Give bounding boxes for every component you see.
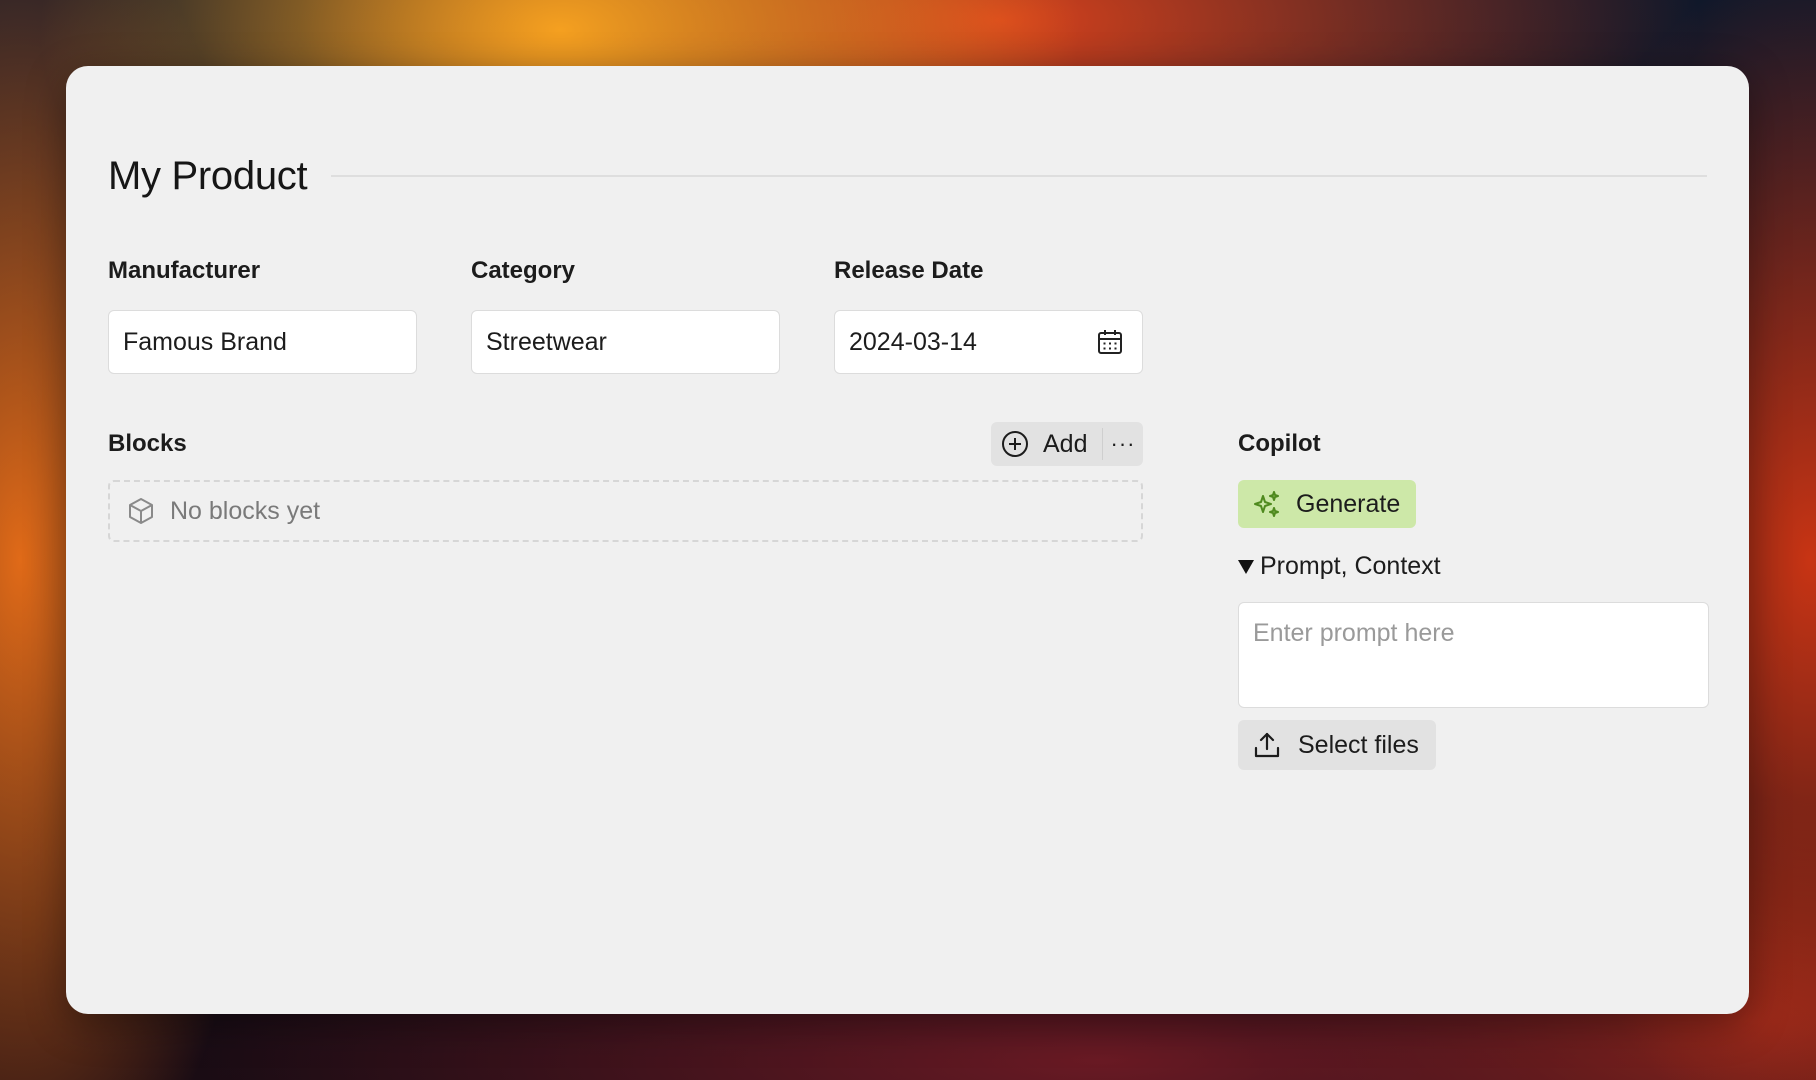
empty-blocks-text: No blocks yet bbox=[170, 496, 321, 525]
prompt-input[interactable] bbox=[1238, 602, 1709, 708]
product-window: My Product Manufacturer Famous Brand Cat… bbox=[66, 66, 1749, 1014]
release-date-label: Release Date bbox=[834, 257, 984, 284]
calendar-icon[interactable] bbox=[1096, 328, 1124, 356]
category-label: Category bbox=[471, 257, 576, 284]
select-files-label: Select files bbox=[1298, 730, 1419, 759]
blocks-empty-state: No blocks yet bbox=[108, 480, 1143, 542]
title-row: My Product bbox=[108, 146, 1707, 206]
add-label: Add bbox=[1043, 429, 1088, 458]
triangle-down-icon bbox=[1238, 560, 1254, 574]
prompt-context-summary: Prompt, Context bbox=[1260, 551, 1441, 580]
category-input[interactable]: Streetwear bbox=[471, 310, 780, 374]
manufacturer-label: Manufacturer bbox=[108, 257, 261, 284]
release-date-value: 2024-03-14 bbox=[849, 327, 977, 356]
blocks-label: Blocks bbox=[108, 430, 187, 457]
sparkles-icon bbox=[1254, 491, 1279, 517]
manufacturer-value: Famous Brand bbox=[123, 327, 287, 356]
more-horizontal-icon: ··· bbox=[1110, 431, 1136, 456]
manufacturer-input[interactable]: Famous Brand bbox=[108, 310, 417, 374]
prompt-context-toggle[interactable]: Prompt, Context bbox=[1238, 548, 1441, 584]
manufacturer-field: Manufacturer Famous Brand bbox=[108, 252, 417, 374]
more-options-button[interactable]: ··· bbox=[1103, 422, 1143, 466]
copilot-label: Copilot bbox=[1238, 430, 1321, 457]
category-field: Category Streetwear bbox=[471, 252, 780, 374]
add-block-button[interactable]: Add bbox=[991, 422, 1102, 466]
title-divider bbox=[331, 175, 1707, 177]
upload-icon bbox=[1254, 732, 1280, 758]
generate-label: Generate bbox=[1296, 489, 1401, 518]
page-title: My Product bbox=[108, 153, 308, 198]
release-date-input[interactable]: 2024-03-14 bbox=[834, 310, 1143, 374]
plus-circle-icon bbox=[1002, 431, 1028, 457]
release-date-field: Release Date 2024-03-14 bbox=[834, 252, 1143, 374]
generate-button[interactable]: Generate bbox=[1238, 480, 1416, 528]
blocks-add-group: Add ··· bbox=[991, 422, 1143, 466]
select-files-button[interactable]: Select files bbox=[1238, 720, 1436, 770]
cube-icon bbox=[129, 498, 153, 524]
category-value: Streetwear bbox=[486, 327, 607, 356]
